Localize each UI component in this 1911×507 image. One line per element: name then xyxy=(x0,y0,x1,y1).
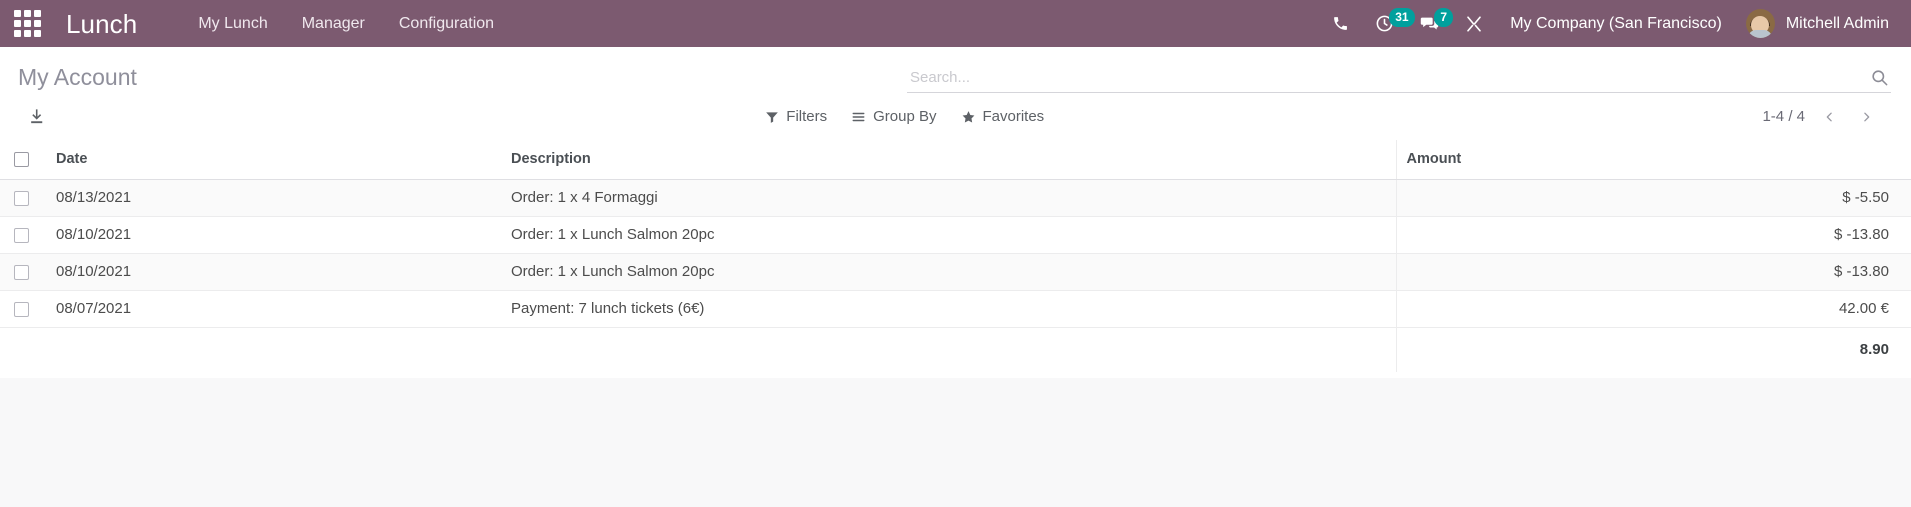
cell-date: 08/10/2021 xyxy=(46,216,501,254)
group-by-menu-label: Group By xyxy=(873,108,937,125)
chevron-right-icon xyxy=(1864,112,1870,121)
user-name-label: Mitchell Admin xyxy=(1785,14,1889,32)
cell-description: Order: 1 x Lunch Salmon 20pc xyxy=(501,253,1396,291)
phone-button[interactable] xyxy=(1319,0,1362,47)
search-line xyxy=(907,63,1891,93)
company-switcher[interactable]: My Company (San Francisco) xyxy=(1496,0,1736,47)
user-menu[interactable]: Mitchell Admin xyxy=(1736,0,1893,47)
row-checkbox[interactable] xyxy=(14,227,29,243)
table-row[interactable]: 08/07/2021 Payment: 7 lunch tickets (6€)… xyxy=(0,290,1911,328)
list-view: Date Description Amount 08/13/2021 Order… xyxy=(0,140,1911,378)
column-header-description[interactable]: Description xyxy=(501,140,1396,180)
lunch-systray-button[interactable] xyxy=(1452,0,1496,47)
messaging-button[interactable]: 7 xyxy=(1407,0,1454,47)
favorites-menu-label: Favorites xyxy=(982,108,1045,125)
cell-amount: 42.00 € xyxy=(1395,290,1911,328)
search-magnifier-icon xyxy=(1872,70,1888,86)
user-avatar xyxy=(1745,9,1775,38)
row-select-cell xyxy=(0,290,46,328)
list-bottom-padding xyxy=(0,372,1911,378)
cell-description: Order: 1 x Lunch Salmon 20pc xyxy=(501,216,1396,254)
filter-funnel-icon xyxy=(766,111,779,123)
cell-description: Order: 1 x 4 Formaggi xyxy=(501,179,1396,217)
row-select-cell xyxy=(0,179,46,217)
messaging-counter-badge: 7 xyxy=(1434,8,1454,27)
menu-configuration[interactable]: Configuration xyxy=(382,0,511,47)
group-by-menu[interactable]: Group By xyxy=(839,105,948,128)
menu-my-lunch[interactable]: My Lunch xyxy=(181,0,284,47)
footer-total-row: 8.90 xyxy=(0,327,1911,372)
account-lines-table: Date Description Amount 08/13/2021 Order… xyxy=(0,140,1911,372)
group-by-list-icon xyxy=(852,112,865,121)
favorites-star-icon xyxy=(962,110,974,123)
search-button[interactable] xyxy=(1864,68,1891,87)
select-all-checkbox[interactable] xyxy=(14,151,29,167)
filters-menu[interactable]: Filters xyxy=(753,105,839,128)
cell-date: 08/10/2021 xyxy=(46,253,501,291)
pager: 1-4 / 4 xyxy=(1756,106,1891,127)
app-brand-lunch[interactable]: Lunch xyxy=(66,11,137,37)
apps-menu-button[interactable] xyxy=(0,0,54,47)
apps-grid-icon xyxy=(13,10,41,37)
header-row: Date Description Amount xyxy=(0,140,1911,180)
control-panel-bottom-row: Filters Group By Favorites 1-4 / 4 xyxy=(0,95,1911,140)
chevron-left-icon xyxy=(1826,112,1832,121)
footer-date-cell xyxy=(46,327,501,372)
column-header-amount[interactable]: Amount xyxy=(1395,140,1911,180)
search-input[interactable] xyxy=(907,69,1864,86)
top-navbar: Lunch My Lunch Manager Configuration 31 … xyxy=(0,0,1911,47)
footer-select-cell xyxy=(0,327,46,372)
cell-date: 08/13/2021 xyxy=(46,179,501,217)
row-checkbox[interactable] xyxy=(14,264,29,280)
systray: 31 7 My Company (San Francisco) Mitchell… xyxy=(1319,0,1893,47)
footer-description-cell xyxy=(501,327,1396,372)
page-title: My Account xyxy=(18,64,137,90)
column-header-date[interactable]: Date xyxy=(46,140,501,180)
filter-menus: Filters Group By Favorites xyxy=(753,105,1056,128)
pager-next-button[interactable] xyxy=(1848,107,1885,127)
phone-icon xyxy=(1334,17,1348,30)
table-footer: 8.90 xyxy=(0,327,1911,372)
row-checkbox[interactable] xyxy=(14,190,29,206)
table-header: Date Description Amount xyxy=(0,140,1911,180)
table-row[interactable]: 08/10/2021 Order: 1 x Lunch Salmon 20pc … xyxy=(0,216,1911,254)
footer-total-amount: 8.90 xyxy=(1395,327,1911,372)
pager-previous-button[interactable] xyxy=(1811,107,1848,127)
select-all-header xyxy=(0,140,46,180)
export-download-button[interactable] xyxy=(18,105,53,128)
cell-description: Payment: 7 lunch tickets (6€) xyxy=(501,290,1396,328)
menu-manager[interactable]: Manager xyxy=(285,0,382,47)
cell-date: 08/07/2021 xyxy=(46,290,501,328)
row-checkbox[interactable] xyxy=(14,301,29,317)
table-body: 08/13/2021 Order: 1 x 4 Formaggi $ -5.50… xyxy=(0,179,1911,328)
cell-amount: $ -5.50 xyxy=(1395,179,1911,217)
activities-button[interactable]: 31 xyxy=(1362,0,1415,47)
control-panel-top-row: My Account xyxy=(0,47,1911,95)
row-select-cell xyxy=(0,253,46,291)
cell-amount: $ -13.80 xyxy=(1395,253,1911,291)
search-view xyxy=(907,63,1891,93)
main-menu: My Lunch Manager Configuration xyxy=(181,0,511,47)
table-row[interactable]: 08/13/2021 Order: 1 x 4 Formaggi $ -5.50 xyxy=(0,179,1911,217)
pager-value[interactable]: 1-4 / 4 xyxy=(1756,106,1811,127)
favorites-menu[interactable]: Favorites xyxy=(949,105,1057,128)
row-select-cell xyxy=(0,216,46,254)
control-panel: My Account Search... Filters Group By Fa… xyxy=(0,47,1911,140)
filters-menu-label: Filters xyxy=(786,108,828,125)
cell-amount: $ -13.80 xyxy=(1395,216,1911,254)
download-export-icon xyxy=(31,109,43,124)
table-row[interactable]: 08/10/2021 Order: 1 x Lunch Salmon 20pc … xyxy=(0,253,1911,291)
utensils-icon xyxy=(1467,15,1482,32)
